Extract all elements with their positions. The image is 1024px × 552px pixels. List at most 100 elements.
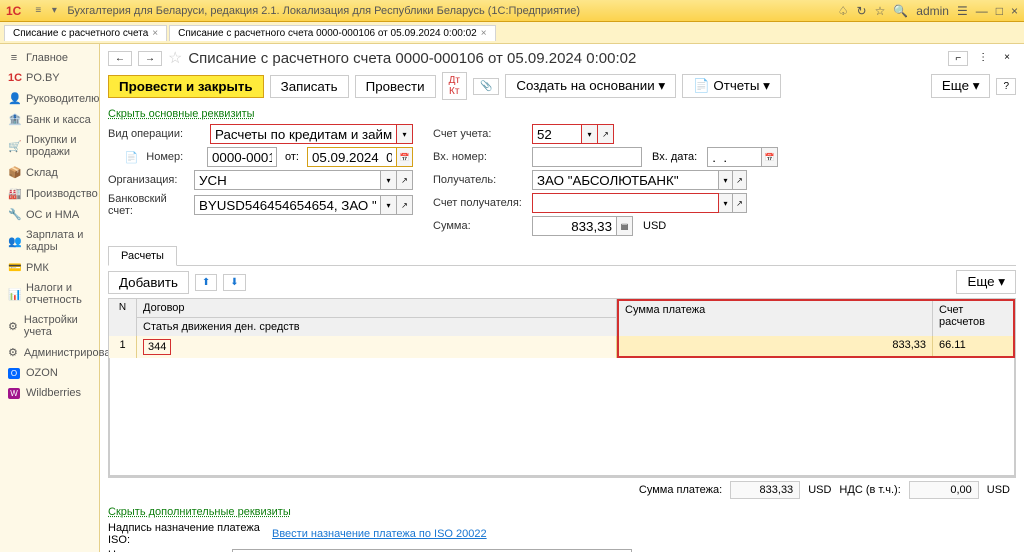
link-icon[interactable]: ⌐: [948, 51, 968, 66]
dropdown-icon[interactable]: ▾: [381, 170, 397, 190]
col-movement: Статья движения ден. средств: [137, 318, 616, 336]
org-input[interactable]: [194, 170, 381, 190]
maximize-icon[interactable]: □: [996, 4, 1003, 18]
sidebar-item-rmk[interactable]: 💳РМК: [0, 257, 99, 278]
operation-input[interactable]: [210, 124, 397, 144]
open-icon[interactable]: ↗: [733, 170, 747, 190]
menu-icon[interactable]: ≡: [31, 4, 45, 18]
sidebar-item-wb[interactable]: WWildberries: [0, 383, 99, 403]
ozon-icon: O: [8, 368, 20, 379]
calendar-icon[interactable]: 📅: [762, 147, 778, 167]
contract-cell[interactable]: 344: [137, 336, 617, 358]
more-actions-icon[interactable]: ⋮: [972, 51, 994, 66]
tab-bank-writeoff[interactable]: Списание с расчетного счета ×: [4, 25, 167, 41]
in-number-input[interactable]: [532, 147, 642, 167]
number-input[interactable]: [207, 147, 277, 167]
box-icon: 📦: [8, 166, 20, 179]
bell-icon[interactable]: ♤: [838, 4, 849, 18]
payment-sum-cell[interactable]: 833,33: [619, 336, 933, 356]
sidebar-item-manager[interactable]: 👤Руководителю: [0, 88, 99, 109]
move-up-button[interactable]: ⬆: [195, 274, 217, 291]
tab-document[interactable]: Списание с расчетного счета 0000-000106 …: [169, 25, 496, 41]
sidebar-item-label: Покупки и продажи: [26, 134, 91, 158]
dropdown-icon[interactable]: ▾: [397, 124, 413, 144]
reports-button[interactable]: 📄 Отчеты ▾: [682, 74, 781, 98]
dropdown-icon[interactable]: ▾: [719, 193, 733, 213]
recipient-input[interactable]: [532, 170, 719, 190]
close-icon[interactable]: ×: [1011, 4, 1018, 18]
sidebar-item-sales[interactable]: 🛒Покупки и продажи: [0, 130, 99, 162]
calc-icon[interactable]: ▤: [617, 216, 633, 236]
move-down-button[interactable]: ⬇: [223, 274, 245, 291]
open-icon[interactable]: ↗: [397, 195, 413, 215]
dropdown-icon[interactable]: ▾: [47, 4, 61, 18]
tab-calculations[interactable]: Расчеты: [108, 246, 177, 266]
contract-value: 344: [143, 339, 171, 355]
in-date-input[interactable]: [707, 147, 762, 167]
dropdown-icon[interactable]: ▾: [381, 195, 397, 215]
summary-nds-value: 0,00: [909, 481, 979, 499]
open-icon[interactable]: ↗: [733, 193, 747, 213]
tab-close-icon[interactable]: ×: [152, 28, 158, 39]
dropdown-icon[interactable]: ▾: [582, 124, 598, 144]
search-icon[interactable]: 🔍: [893, 4, 908, 18]
nav-back-button[interactable]: ←: [108, 51, 132, 66]
sidebar-item-taxes[interactable]: 📊Налоги и отчетность: [0, 278, 99, 310]
sidebar-item-assets[interactable]: 🔧ОС и НМА: [0, 204, 99, 225]
sidebar-item-label: Зарплата и кадры: [26, 229, 91, 253]
iso-payment-link[interactable]: Ввести назначение платежа по ISO 20022: [272, 528, 487, 540]
dropdown-icon[interactable]: ▾: [719, 170, 733, 190]
help-button[interactable]: ?: [996, 78, 1016, 95]
nav-forward-button[interactable]: →: [138, 51, 162, 66]
settings-icon[interactable]: ☰: [957, 4, 968, 18]
date-input[interactable]: [307, 147, 397, 167]
poby-icon: 1С: [8, 72, 20, 84]
attach-button[interactable]: 📎: [473, 78, 499, 95]
dt-kt-button[interactable]: ДтКт: [442, 72, 467, 100]
sidebar-item-label: Настройки учета: [24, 314, 91, 338]
sum-input[interactable]: [532, 216, 617, 236]
wb-icon: W: [8, 388, 20, 399]
open-icon[interactable]: ↗: [598, 124, 614, 144]
sidebar-item-main[interactable]: ≡Главное: [0, 48, 99, 68]
sidebar-item-bank[interactable]: 🏦Банк и касса: [0, 109, 99, 130]
more-button[interactable]: Еще ▾: [931, 74, 991, 98]
open-icon[interactable]: ↗: [397, 170, 413, 190]
sidebar-item-settings[interactable]: ⚙Настройки учета: [0, 310, 99, 342]
hide-add-link[interactable]: Скрыть дополнительные реквизиты: [108, 506, 291, 518]
sidebar-item-salary[interactable]: 👥Зарплата и кадры: [0, 225, 99, 257]
factory-icon: 🏭: [8, 187, 20, 200]
sidebar-item-ozon[interactable]: OOZON: [0, 363, 99, 383]
save-button[interactable]: Записать: [270, 75, 349, 98]
post-button[interactable]: Провести: [355, 75, 436, 98]
history-icon[interactable]: ↻: [857, 4, 867, 18]
col-acc: Счет расчетов: [933, 301, 1013, 336]
app-logo: 1C: [6, 4, 21, 18]
window-close-icon[interactable]: ×: [998, 51, 1016, 66]
account-input[interactable]: [532, 124, 582, 144]
sidebar-item-poby[interactable]: 1СPO.BY: [0, 68, 99, 88]
hide-main-link[interactable]: Скрыть основные реквизиты: [108, 108, 255, 120]
favorite-star-icon[interactable]: ☆: [168, 48, 182, 68]
minimize-icon[interactable]: —: [976, 4, 988, 18]
sidebar-item-admin[interactable]: ⚙Администрирование: [0, 342, 99, 363]
sidebar-item-label: ОС и НМА: [26, 209, 79, 221]
col-payment-sum: Сумма платежа: [619, 301, 933, 336]
post-and-close-button[interactable]: Провести и закрыть: [108, 75, 264, 98]
sidebar-item-stock[interactable]: 📦Склад: [0, 162, 99, 183]
operation-label: Вид операции:: [108, 128, 206, 140]
doc-icon: 📄: [108, 151, 142, 164]
sidebar-item-production[interactable]: 🏭 Производство: [0, 183, 99, 204]
table-more-button[interactable]: Еще ▾: [956, 270, 1016, 294]
add-row-button[interactable]: Добавить: [108, 271, 189, 294]
col-contract: Договор: [137, 299, 616, 318]
star-icon[interactable]: ☆: [875, 4, 886, 18]
calendar-icon[interactable]: 📅: [397, 147, 413, 167]
bank-acc-input[interactable]: [194, 195, 381, 215]
acc-cell[interactable]: 66.11: [933, 336, 1013, 356]
sidebar-item-label: Производство: [26, 188, 98, 200]
recip-acc-input[interactable]: [532, 193, 719, 213]
sidebar-item-label: Главное: [26, 52, 68, 64]
tab-close-icon[interactable]: ×: [481, 28, 487, 39]
create-based-button[interactable]: Создать на основании ▾: [505, 74, 676, 98]
